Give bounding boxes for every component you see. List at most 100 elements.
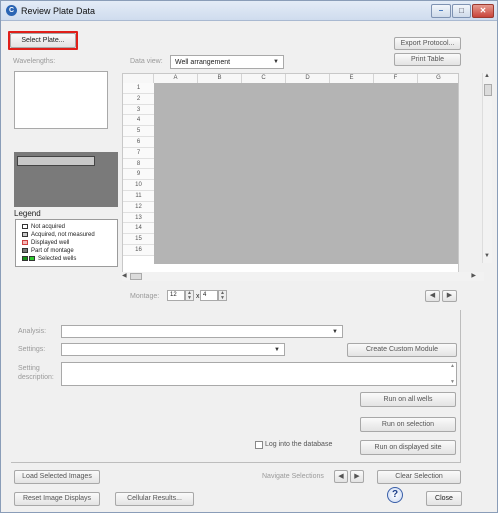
montage-prev-button[interactable]: ◀: [425, 290, 440, 302]
column-header: G: [418, 74, 458, 83]
setting-description-field[interactable]: ▲ ▼: [61, 362, 457, 386]
row-header: 1: [123, 83, 154, 94]
column-header: F: [374, 74, 418, 83]
cellular-results-button[interactable]: Cellular Results...: [115, 492, 194, 506]
help-icon[interactable]: ?: [387, 487, 403, 503]
legend-swatch: [22, 256, 28, 261]
data-view-dropdown[interactable]: Well arrangement ▼: [170, 55, 284, 69]
row-header: 7: [123, 147, 154, 159]
close-button[interactable]: Close: [426, 491, 462, 506]
row-header: 16: [123, 245, 154, 256]
row-header: 3: [123, 104, 154, 116]
plate-wells-area[interactable]: [154, 83, 458, 264]
row-header: 11: [123, 191, 154, 202]
row-header: 12: [123, 201, 154, 213]
analysis-label: Analysis:: [18, 328, 47, 335]
maximize-button[interactable]: □: [452, 4, 471, 18]
row-header: 13: [123, 212, 154, 224]
column-header: A: [154, 74, 198, 83]
row-header: 14: [123, 223, 154, 235]
legend-swatch: [22, 232, 28, 237]
row-header: 2: [123, 93, 154, 105]
legend-item: Acquired, not measured: [22, 232, 95, 238]
setting-description-label: Setting description:: [18, 365, 54, 381]
reset-image-displays-button[interactable]: Reset Image Displays: [14, 492, 100, 506]
scroll-down-icon[interactable]: ▼: [484, 253, 490, 259]
scroll-thumb[interactable]: [484, 84, 492, 96]
arrow-right-icon: ▶: [354, 473, 360, 480]
data-view-label: Data view:: [130, 58, 163, 65]
log-database-checkbox[interactable]: [255, 441, 263, 449]
legend-title: Legend: [14, 209, 41, 218]
scroll-down-icon[interactable]: ▼: [450, 379, 455, 385]
window-title: Review Plate Data: [21, 6, 96, 16]
row-header: 10: [123, 180, 154, 191]
column-header: C: [242, 74, 286, 83]
legend-item: Displayed well: [22, 240, 69, 246]
data-view-value: Well arrangement: [175, 59, 231, 66]
preview-bar: [17, 156, 95, 166]
chevron-down-icon: ▼: [274, 347, 280, 353]
clear-selection-button[interactable]: Clear Selection: [377, 470, 461, 484]
legend-swatch: [29, 256, 35, 261]
wavelengths-label: Wavelengths:: [13, 58, 56, 65]
navigate-prev-button[interactable]: ◀: [334, 470, 348, 483]
analysis-dropdown[interactable]: ▼: [61, 325, 343, 338]
montage-preview: [14, 152, 118, 207]
hscroll-thumb[interactable]: [130, 273, 142, 280]
close-window-button[interactable]: ✕: [472, 4, 494, 18]
run-on-selection-button[interactable]: Run on selection: [360, 417, 456, 432]
scroll-up-icon[interactable]: ▲: [450, 363, 455, 369]
montage-next-button[interactable]: ▶: [442, 290, 457, 302]
scroll-left-icon[interactable]: ◀: [122, 272, 127, 279]
vertical-scrollbar[interactable]: ▲ ▼: [482, 73, 492, 263]
plate-grid[interactable]: A B C D E F G 1 2 3 4 5 6 7 8 9 10 11 12…: [122, 73, 459, 273]
arrow-right-icon: ▶: [446, 292, 453, 299]
montage-label: Montage:: [130, 293, 160, 300]
legend-swatch: [22, 248, 28, 253]
montage-cols-input[interactable]: 12: [167, 290, 185, 301]
review-plate-data-window: C Review Plate Data – □ ✕ Select Plate..…: [0, 0, 498, 513]
arrow-left-icon: ◀: [429, 292, 436, 299]
column-header: B: [198, 74, 242, 83]
row-header: 6: [123, 137, 154, 148]
montage-cols-stepper[interactable]: ▲ ▼: [185, 290, 194, 301]
scroll-up-icon[interactable]: ▲: [484, 73, 490, 79]
row-header: 4: [123, 115, 154, 127]
row-header: 15: [123, 234, 154, 245]
minimize-button[interactable]: –: [431, 4, 451, 18]
legend-item: Part of montage: [22, 248, 74, 254]
create-custom-module-button[interactable]: Create Custom Module: [347, 343, 457, 357]
chevron-down-icon: ▼: [332, 329, 338, 335]
navigate-next-button[interactable]: ▶: [350, 470, 364, 483]
column-header: D: [286, 74, 330, 83]
load-selected-images-button[interactable]: Load Selected Images: [14, 470, 100, 484]
montage-rows-input[interactable]: 4: [200, 290, 218, 301]
settings-dropdown[interactable]: ▼: [61, 343, 285, 356]
wavelengths-list[interactable]: [14, 71, 108, 129]
montage-rows-stepper[interactable]: ▲ ▼: [218, 290, 227, 301]
legend-swatch: [22, 240, 28, 245]
legend-panel: Not acquired Acquired, not measured Disp…: [15, 219, 118, 267]
navigate-selections-label: Navigate Selections: [262, 473, 324, 480]
log-database-label: Log into the database: [265, 441, 333, 448]
horizontal-scrollbar[interactable]: ◀ ▶: [122, 272, 484, 281]
legend-item: Not acquired: [22, 224, 65, 230]
app-icon: C: [6, 5, 17, 16]
chevron-down-icon: ▼: [273, 59, 279, 65]
select-plate-highlight: [8, 31, 78, 50]
legend-item: Selected wells: [22, 256, 76, 262]
scroll-right-icon[interactable]: ▶: [471, 272, 476, 279]
row-header: 9: [123, 169, 154, 181]
settings-label: Settings:: [18, 346, 46, 353]
row-header: 5: [123, 126, 154, 137]
title-bar: C Review Plate Data – □ ✕: [1, 1, 497, 21]
print-table-button[interactable]: Print Table: [394, 53, 461, 66]
run-on-all-wells-button[interactable]: Run on all wells: [360, 392, 456, 407]
column-header: E: [330, 74, 374, 83]
run-on-displayed-site-button[interactable]: Run on displayed site: [360, 440, 456, 455]
export-protocol-button[interactable]: Export Protocol...: [394, 37, 461, 50]
montage-x-label: x: [196, 293, 200, 300]
row-header: 8: [123, 158, 154, 170]
legend-swatch: [22, 224, 28, 229]
